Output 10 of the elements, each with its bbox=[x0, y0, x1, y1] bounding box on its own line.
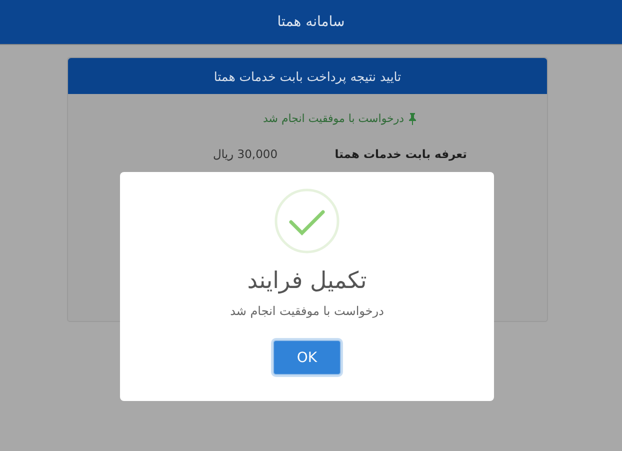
app-title: سامانه همتا bbox=[277, 14, 345, 30]
pin-icon bbox=[408, 112, 418, 124]
dialog-title: تکمیل فرایند bbox=[247, 268, 367, 294]
dialog-message: درخواست با موفقیت انجام شد bbox=[230, 304, 384, 318]
success-message: درخواست با موفقیت انجام شد bbox=[262, 112, 404, 125]
card-title: تایید نتیجه پرداخت بابت خدمات همتا bbox=[214, 68, 402, 84]
ok-button[interactable]: OK bbox=[273, 340, 341, 375]
fee-label: تعرفه بابت خدمات همتا bbox=[334, 147, 467, 161]
fee-value: 30,000 ریال bbox=[213, 147, 278, 161]
check-icon bbox=[274, 188, 340, 254]
